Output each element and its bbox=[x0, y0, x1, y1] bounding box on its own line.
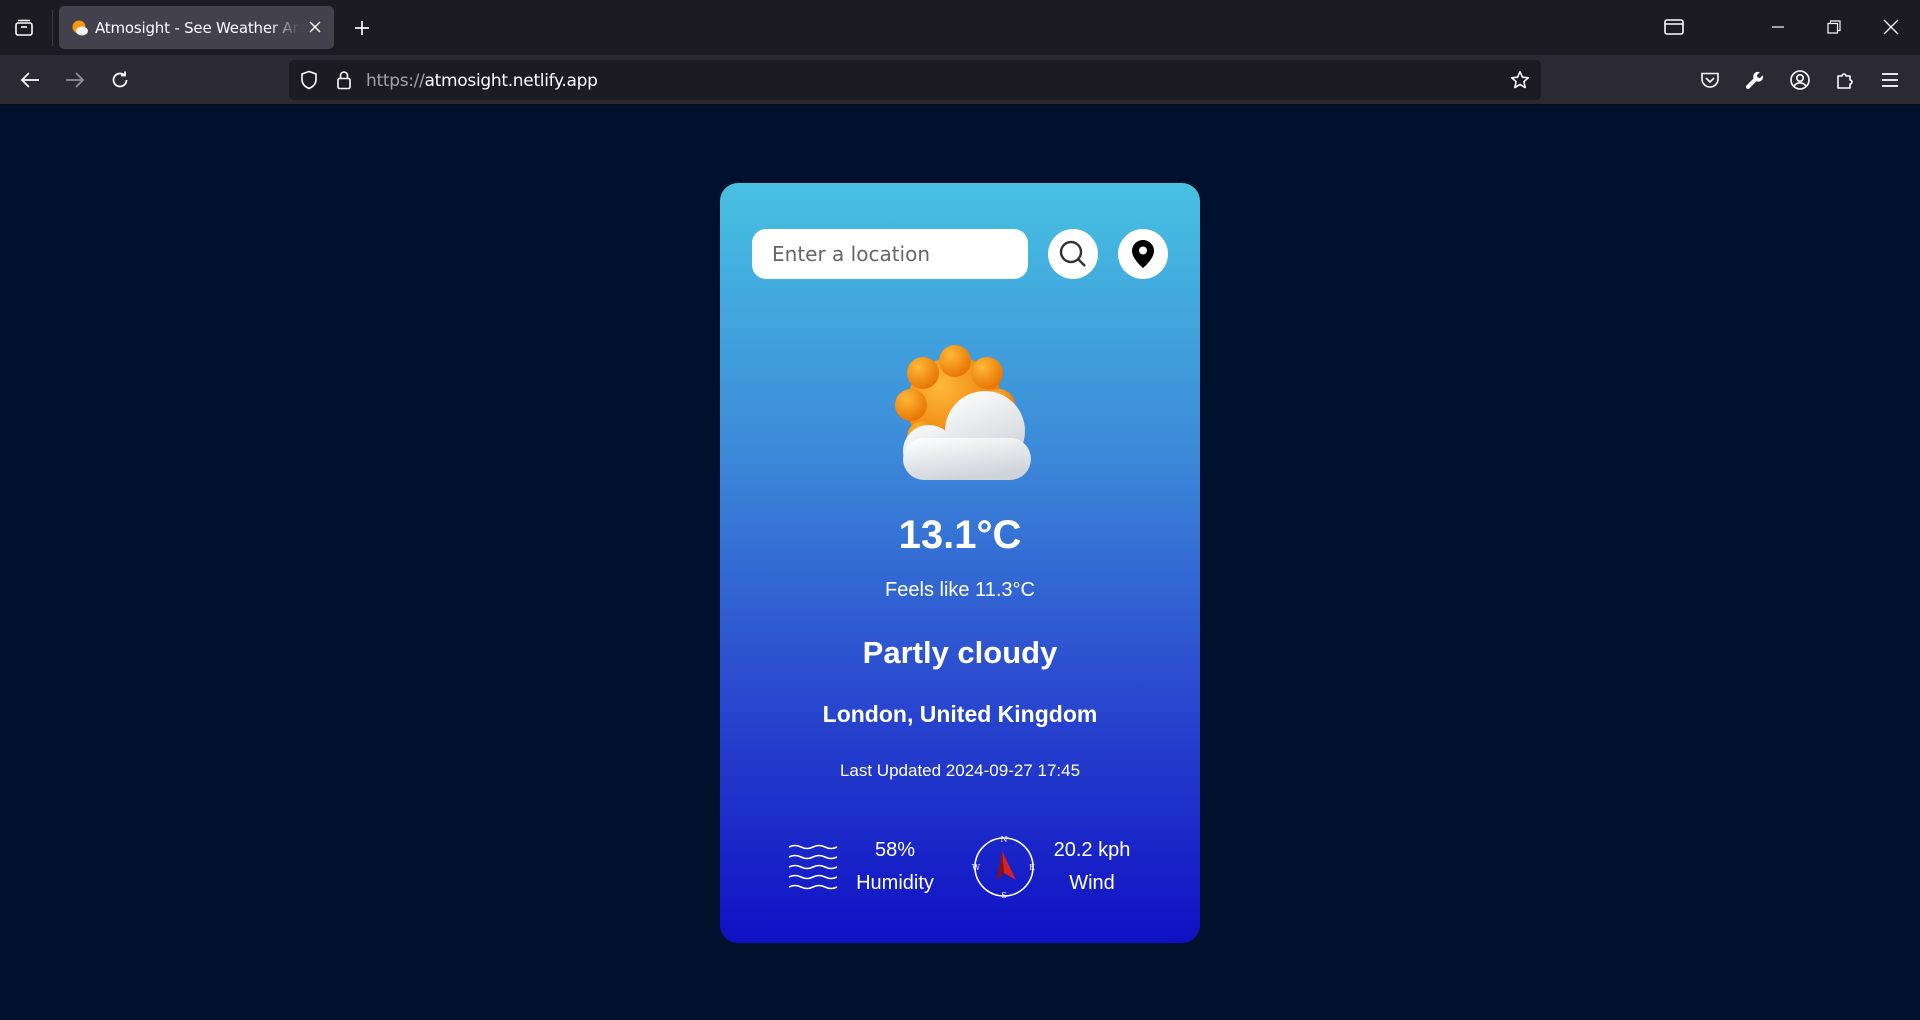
wrench-icon bbox=[1745, 71, 1764, 89]
humidity-value: 58% bbox=[874, 839, 916, 861]
compass-east-label: E bbox=[1029, 863, 1035, 872]
forward-button[interactable] bbox=[60, 65, 90, 95]
humidity-waves-icon bbox=[788, 844, 838, 890]
partly-cloudy-favicon-icon bbox=[72, 20, 88, 36]
close-icon bbox=[1883, 19, 1899, 35]
tab-bar: Atmosight - See Weather Around the World bbox=[0, 0, 1920, 55]
close-icon bbox=[309, 21, 321, 33]
tab-manager-button[interactable] bbox=[1656, 10, 1692, 44]
shield-icon bbox=[301, 70, 317, 90]
weather-condition: Partly cloudy bbox=[862, 635, 1058, 670]
tab-close-button[interactable] bbox=[305, 17, 325, 37]
location-search-input[interactable] bbox=[752, 229, 1028, 279]
tab-title: Atmosight - See Weather Around the World bbox=[95, 19, 300, 37]
restore-icon bbox=[1827, 20, 1841, 34]
back-button[interactable] bbox=[15, 65, 45, 95]
developer-tools-button[interactable] bbox=[1740, 65, 1770, 95]
feels-like: Feels like 11.3°C bbox=[885, 579, 1035, 601]
url-text[interactable]: https://atmosight.netlify.app bbox=[366, 71, 598, 91]
new-tab-button[interactable] bbox=[348, 14, 376, 42]
extensions-button[interactable] bbox=[1830, 65, 1860, 95]
wind-value: 20.2 kph bbox=[1053, 839, 1131, 861]
reload-icon bbox=[112, 71, 128, 88]
account-button[interactable] bbox=[1785, 65, 1815, 95]
star-icon bbox=[1510, 70, 1530, 89]
search-icon bbox=[1059, 240, 1086, 267]
lock-icon bbox=[337, 71, 351, 90]
tab-separator bbox=[52, 10, 53, 46]
bookmark-button[interactable] bbox=[1509, 69, 1531, 91]
pocket-icon bbox=[1701, 72, 1719, 88]
minimize-button[interactable] bbox=[1760, 10, 1796, 44]
window-icon bbox=[1664, 19, 1684, 35]
partly-cloudy-icon bbox=[895, 345, 1031, 480]
tab-list-button[interactable] bbox=[10, 14, 38, 42]
restore-button[interactable] bbox=[1816, 10, 1852, 44]
menu-button[interactable] bbox=[1875, 65, 1905, 95]
wind-compass-icon: N E S W bbox=[972, 835, 1035, 900]
last-updated: Last Updated 2024-09-27 17:45 bbox=[839, 761, 1081, 780]
pocket-button[interactable] bbox=[1695, 65, 1725, 95]
wind-label: Wind bbox=[1069, 872, 1115, 894]
reload-button[interactable] bbox=[105, 65, 135, 95]
plus-icon bbox=[355, 21, 369, 35]
current-location-button[interactable] bbox=[1118, 229, 1168, 279]
location-pin-icon bbox=[1132, 240, 1154, 268]
account-icon bbox=[1790, 70, 1810, 90]
location-name: London, United Kingdom bbox=[822, 701, 1098, 727]
browser-tab-active[interactable]: Atmosight - See Weather Around the World bbox=[59, 6, 334, 49]
tracking-protection-button[interactable] bbox=[299, 70, 319, 90]
compass-north-label: N bbox=[1001, 835, 1008, 844]
puzzle-icon bbox=[1837, 73, 1853, 89]
hamburger-menu-icon bbox=[1882, 73, 1898, 87]
temperature: 13.1°C bbox=[898, 513, 1022, 557]
weather-card: 13.1°C Feels like 11.3°C Partly cloudy L… bbox=[720, 183, 1200, 943]
url-scheme: https:// bbox=[366, 71, 425, 91]
compass-south-label: S bbox=[1001, 891, 1006, 900]
navigation-bar: https://atmosight.netlify.app bbox=[0, 55, 1920, 105]
humidity-label: Humidity bbox=[856, 872, 934, 894]
minimize-icon bbox=[1772, 26, 1784, 28]
site-info-button[interactable] bbox=[334, 70, 354, 90]
address-bar[interactable]: https://atmosight.netlify.app bbox=[289, 60, 1541, 100]
arrow-left-icon bbox=[20, 72, 39, 88]
compass-west-label: W bbox=[972, 863, 981, 872]
search-button[interactable] bbox=[1048, 229, 1098, 279]
arrow-right-icon bbox=[66, 72, 85, 88]
tab-list-icon bbox=[15, 19, 33, 36]
url-host: atmosight.netlify.app bbox=[424, 71, 598, 91]
close-window-button[interactable] bbox=[1873, 10, 1909, 44]
